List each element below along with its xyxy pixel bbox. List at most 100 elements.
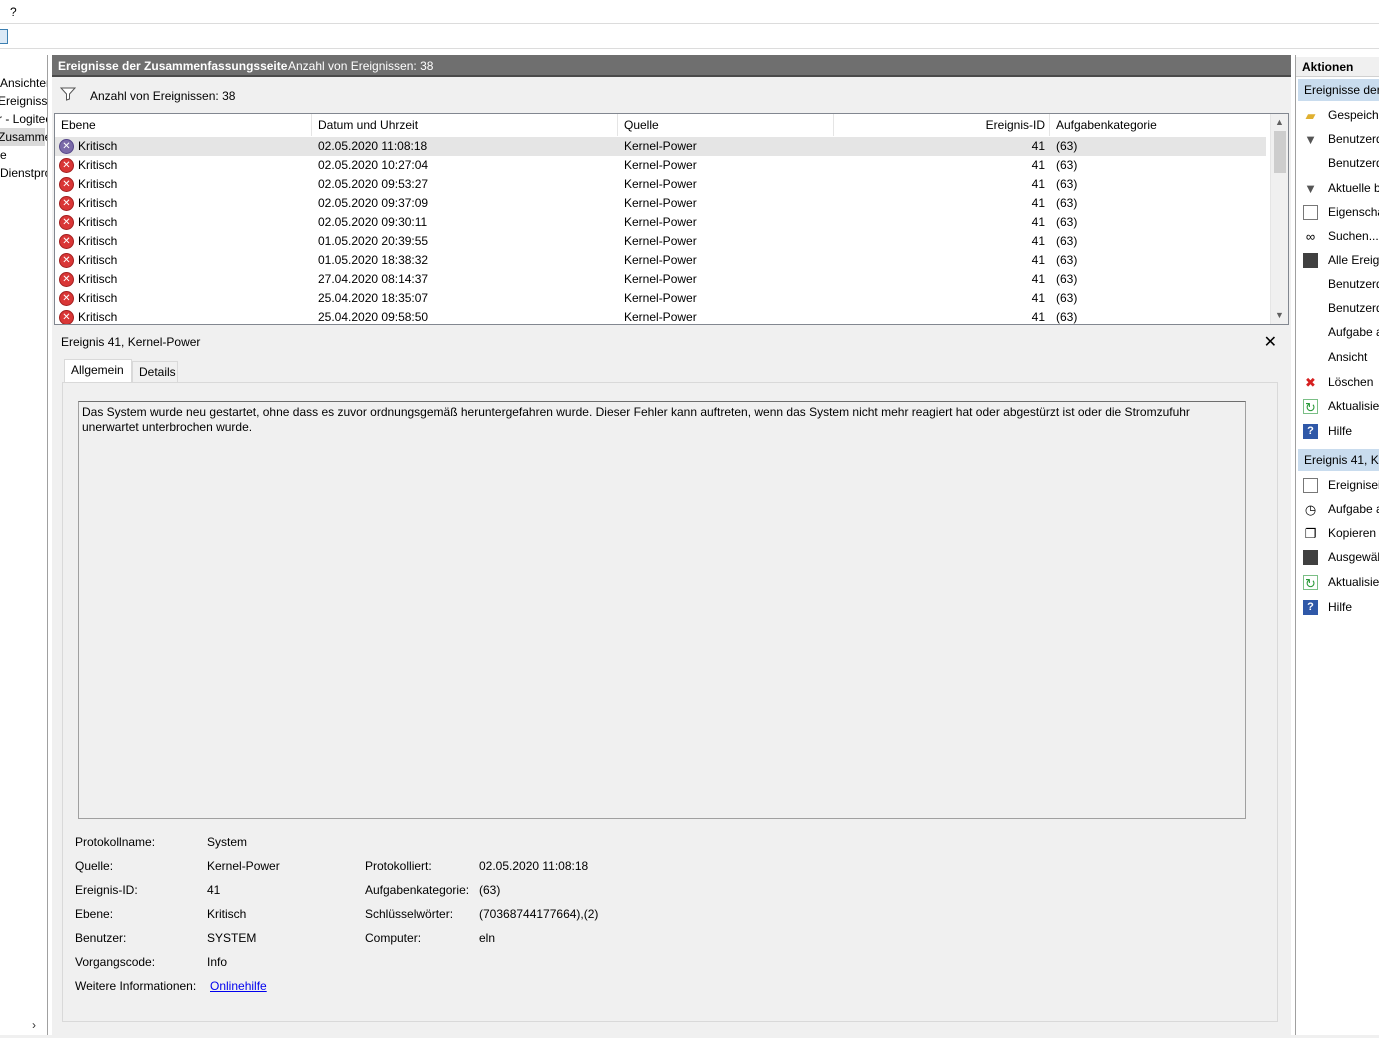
cell-level: Kritisch [78,310,118,324]
action-attach-task-event[interactable]: ◷ Aufgabe a [1296,498,1379,520]
table-row[interactable]: ✕ Kritisch 02.05.2020 11:08:18 Kernel-Po… [55,137,1266,156]
action-save-selected[interactable]: Ausgewäh [1296,546,1379,568]
cell-category: (63) [1056,253,1078,267]
tab-general[interactable]: Allgemein [64,359,132,383]
tab-details[interactable]: Details [132,361,178,383]
critical-icon: ✕ [59,310,74,324]
cell-datetime: 02.05.2020 11:08:18 [318,139,428,153]
prop-value-opcode: Info [207,955,228,969]
online-help-link[interactable]: Onlinehilfe [210,979,267,993]
prop-value-category: (63) [479,883,501,897]
action-open-saved[interactable]: ▰ Gespeiche [1296,104,1379,126]
cell-source: Kernel-Power [624,253,697,267]
action-event-properties[interactable]: Ereignisei [1296,474,1379,496]
action-copy[interactable]: ❐ Kopieren [1296,522,1379,544]
chevron-right-icon[interactable]: › [32,1018,36,1032]
cell-source: Kernel-Power [624,272,697,286]
action-help-event[interactable]: ? Hilfe [1296,596,1379,618]
cell-source: Kernel-Power [624,310,697,324]
table-row[interactable]: ✕ Kritisch 02.05.2020 09:30:11 Kernel-Po… [55,213,1266,232]
action-import-custom-view[interactable]: Benutzerd [1296,152,1379,174]
tree-item-e[interactable]: e [0,146,7,164]
detail-header: Ereignis 41, Kernel-Power ✕ [54,331,1289,353]
column-header-datetime[interactable]: Datum und Uhrzeit [312,114,618,136]
table-scrollbar[interactable]: ▲ ▼ [1270,114,1288,324]
table-row[interactable]: ✕ Kritisch 02.05.2020 09:53:27 Kernel-Po… [55,175,1266,194]
table-body: ✕ Kritisch 02.05.2020 11:08:18 Kernel-Po… [55,137,1270,324]
cell-source: Kernel-Power [624,196,697,210]
prop-value-level: Kritisch [207,907,247,921]
cell-level: Kritisch [78,158,118,172]
event-count: Anzahl von Ereignissen: 38 [288,59,434,73]
cell-datetime: 01.05.2020 20:39:55 [318,234,429,248]
column-header-category[interactable]: Aufgabenkategorie [1050,114,1270,136]
cell-category: (63) [1056,177,1078,191]
action-properties[interactable]: Eigenscha [1296,201,1379,223]
table-row[interactable]: ✕ Kritisch 02.05.2020 09:37:09 Kernel-Po… [55,194,1266,213]
prop-label-id: Ereignis-ID: [75,883,138,897]
detail-title: Ereignis 41, Kernel-Power [61,335,201,349]
cell-event-id: 41 [1031,234,1045,248]
action-label: Aktualisie [1328,399,1379,413]
scroll-thumb[interactable] [1274,131,1286,173]
prop-value-log: System [207,835,248,849]
scroll-down-icon[interactable]: ▼ [1271,307,1288,324]
cell-category: (63) [1056,196,1078,210]
action-label: Eigenscha [1328,205,1379,219]
column-header-source[interactable]: Quelle [618,114,834,136]
document-icon [1303,478,1318,493]
column-header-event-id[interactable]: Ereignis-ID [834,114,1050,136]
cell-datetime: 02.05.2020 10:27:04 [318,158,429,172]
action-refresh[interactable]: ↻ Aktualisie [1296,395,1379,417]
action-filter-current[interactable]: ▼ Aktuelle b [1296,177,1379,199]
menu-help[interactable]: ? [10,5,17,19]
action-refresh-event[interactable]: ↻ Aktualisie [1296,571,1379,593]
cell-datetime: 25.04.2020 18:35:07 [318,291,429,305]
actions-section-summary[interactable]: Ereignisse der [1298,79,1379,101]
critical-icon: ✕ [59,215,74,230]
action-custom-view[interactable]: ▼ Benutzerd [1296,128,1379,150]
cell-source: Kernel-Power [624,158,697,172]
tree-item-events[interactable]: Ereignisse [0,92,47,110]
critical-icon: ✕ [59,196,74,211]
critical-icon: ✕ [59,272,74,287]
tree-item-views[interactable]: Ansichten [0,74,47,92]
table-row[interactable]: ✕ Kritisch 27.04.2020 08:14:37 Kernel-Po… [55,270,1266,289]
scroll-up-icon[interactable]: ▲ [1271,114,1288,131]
actions-section-event[interactable]: Ereignis 41, Ke [1298,449,1379,471]
table-row[interactable]: ✕ Kritisch 01.05.2020 20:39:55 Kernel-Po… [55,232,1266,251]
action-copy-custom[interactable]: Benutzerd [1296,297,1379,319]
tree-item-services[interactable]: Dienstprotokolle [0,164,47,182]
prop-label-computer: Computer: [365,931,422,945]
action-find[interactable]: ∞ Suchen... [1296,225,1379,247]
action-label: Löschen [1328,375,1374,389]
binoculars-icon: ∞ [1305,229,1316,244]
prop-label-category: Aufgabenkategorie: [365,883,470,897]
table-row[interactable]: ✕ Kritisch 01.05.2020 18:38:32 Kernel-Po… [55,251,1266,270]
close-icon[interactable]: ✕ [1264,332,1277,352]
action-export-custom[interactable]: Benutzerd [1296,273,1379,295]
action-save-all[interactable]: Alle Ereig [1296,249,1379,271]
pane-icon[interactable] [0,29,8,44]
cell-datetime: 02.05.2020 09:30:11 [318,215,428,229]
tree-item-logitech[interactable]: r - Logitech [0,110,47,128]
table-row[interactable]: ✕ Kritisch 02.05.2020 10:27:04 Kernel-Po… [55,156,1266,175]
document-icon [1303,205,1318,220]
action-label: Alle Ereig [1328,253,1379,267]
toolbar [0,25,1379,49]
cell-source: Kernel-Power [624,177,697,191]
action-view[interactable]: Ansicht [1296,346,1379,368]
action-help[interactable]: ? Hilfe [1296,420,1379,442]
cell-source: Kernel-Power [624,215,697,229]
tree-item-summary[interactable]: Zusammenfassung [0,128,47,146]
action-delete[interactable]: ✖ Löschen [1296,371,1379,393]
action-attach-task[interactable]: Aufgabe a [1296,321,1379,343]
table-row[interactable]: ✕ Kritisch 25.04.2020 18:35:07 Kernel-Po… [55,289,1266,308]
table-row[interactable]: ✕ Kritisch 25.04.2020 09:58:50 Kernel-Po… [55,308,1266,324]
menu-bar: ? [0,0,1379,24]
prop-value-user: SYSTEM [207,931,257,945]
cell-source: Kernel-Power [624,234,697,248]
action-label: Ereignisei [1328,478,1379,492]
column-header-level[interactable]: Ebene [55,114,312,136]
critical-icon: ✕ [59,177,74,192]
